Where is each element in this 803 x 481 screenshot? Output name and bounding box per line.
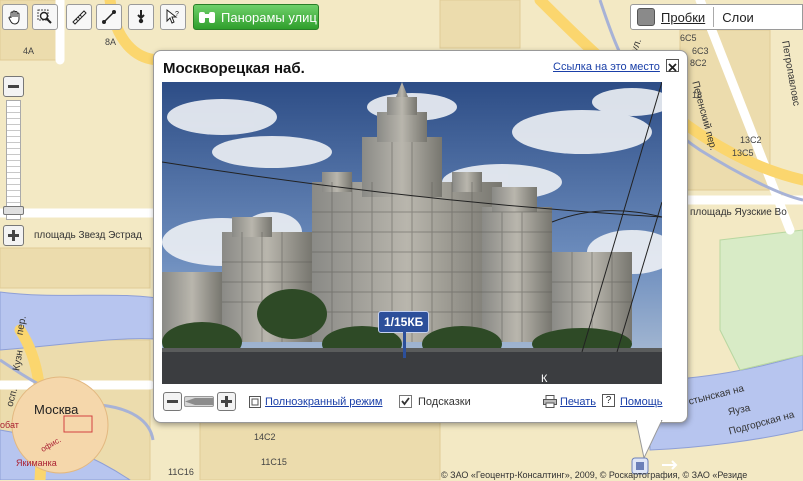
panorama-badge-stem (403, 332, 406, 358)
help-icon[interactable]: ? (602, 394, 615, 407)
ruler-icon (72, 10, 87, 25)
traffic-icon (637, 8, 655, 26)
minus-icon (167, 400, 178, 403)
help-link[interactable]: Помощь (620, 396, 663, 408)
panorama-controls: Полноэкранный режим Подсказки Печать ? П… (162, 389, 663, 415)
street-label-yauzskie: площадь Яузские Во (690, 207, 787, 218)
magnifier-tool-button[interactable] (32, 4, 58, 30)
hints-label: Подсказки (418, 396, 471, 408)
panorama-balloon: Москворецкая наб. Ссылка на это место 1/… (153, 50, 688, 460)
map-label-14c2: 14С2 (254, 432, 276, 442)
placemark-icon (137, 10, 145, 24)
zoom-area-icon (37, 9, 52, 24)
traffic-button[interactable]: Пробки (661, 10, 705, 25)
map-label-11c16: 11С16 (168, 467, 194, 477)
svg-text:?: ? (175, 11, 179, 18)
plus-icon (221, 396, 232, 407)
hand-icon (8, 10, 20, 25)
hints-checkbox[interactable] (399, 395, 412, 408)
route-icon (102, 10, 116, 24)
minus-icon (8, 85, 19, 88)
fullscreen-mode-link[interactable]: Полноэкранный режим (265, 396, 383, 408)
fullscreen-icon[interactable] (249, 396, 261, 408)
panorama-id-badge[interactable]: 1/15КБ (378, 311, 430, 333)
map-label-8c2: 8С2 (690, 58, 707, 68)
link-to-place[interactable]: Ссылка на это место (553, 61, 660, 73)
street-panoramas-button[interactable]: Панорамы улиц (193, 4, 319, 30)
street-label-yakimanka: Якиманка (16, 458, 57, 468)
pointer-info-icon: ? (166, 9, 179, 24)
layer-controls: Пробки Слои (630, 4, 803, 30)
close-icon (668, 63, 677, 72)
printer-icon[interactable] (543, 395, 557, 408)
placemark-tool-button[interactable] (128, 4, 154, 30)
zoom-track[interactable] (6, 100, 21, 220)
street-panoramas-label: Панорамы улиц (221, 9, 317, 25)
panorama-zoom-in-button[interactable] (217, 392, 236, 411)
panorama-zoom-track[interactable] (184, 396, 214, 407)
map-label-6c3: 6С3 (692, 46, 709, 56)
zoom-level-icon (185, 398, 213, 405)
plus-icon (8, 230, 19, 241)
balloon-title: Москворецкая наб. (163, 60, 305, 77)
panorama-view[interactable]: 1/15КБ К (162, 82, 662, 384)
map-label-13c2: 13С2 (740, 135, 762, 145)
info-tool-button[interactable]: ? (160, 4, 186, 30)
map-label-6c5: 6С5 (680, 33, 697, 43)
balloon-close-button[interactable] (666, 59, 679, 72)
panorama-zoom-out-button[interactable] (163, 392, 182, 411)
toolbar-divider (713, 7, 715, 27)
binoculars-icon (199, 12, 215, 23)
map-label-4a: 4А (23, 46, 35, 56)
zoom-handle[interactable] (3, 206, 24, 215)
street-label-ugra: обат (0, 420, 19, 430)
zoom-out-button[interactable] (3, 76, 24, 97)
route-tool-button[interactable] (96, 4, 122, 30)
panorama-image (162, 82, 662, 384)
map-label-8a: 8А (105, 37, 117, 47)
city-label-moskva: Москва (34, 402, 79, 417)
zoom-slider[interactable] (3, 76, 25, 248)
zoom-in-button[interactable] (3, 225, 24, 246)
hand-tool-button[interactable] (2, 4, 28, 30)
checkmark-icon (401, 397, 410, 406)
map-label-13c5: 13С5 (732, 148, 754, 158)
ruler-tool-button[interactable] (66, 4, 92, 30)
copyright-text: © ЗАО «Геоцентр-Консалтинг», 2009, © Рос… (441, 470, 748, 480)
layers-button[interactable]: Слои (722, 10, 754, 25)
print-link[interactable]: Печать (560, 396, 596, 408)
street-label-ploshchad-zvezd: площадь Звезд Эстрад (34, 230, 142, 241)
panorama-corner-letter: К (541, 373, 548, 384)
map-label-11c15: 11С15 (261, 457, 287, 467)
